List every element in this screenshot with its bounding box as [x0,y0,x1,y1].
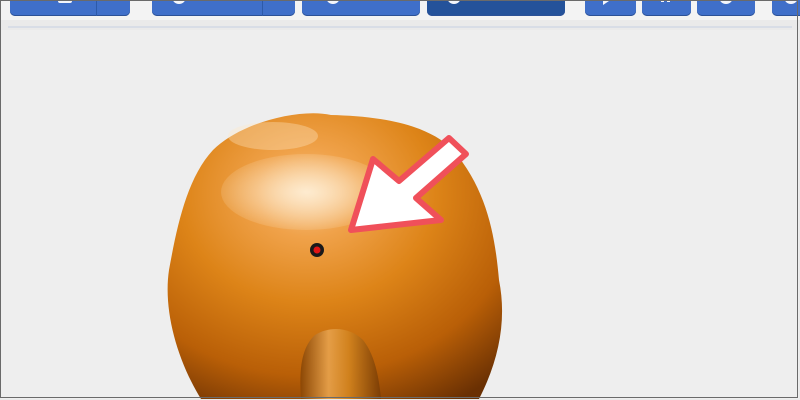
marker-dot-center [313,246,321,254]
toolbar-button-8[interactable] [772,0,800,16]
play-icon [603,0,612,5]
toolbar [0,0,800,20]
pause-icon [660,0,672,4]
toolbar-button-4[interactable] [427,0,565,16]
rotate-icon [447,0,461,4]
square-icon [58,0,72,3]
button-divider [96,0,97,16]
toolbar-button-5[interactable] [585,0,636,16]
toolbar-button-7[interactable] [697,0,755,16]
toolbar-button-3[interactable] [302,0,420,16]
toolbar-button-2[interactable] [152,0,295,16]
viewport[interactable] [1,30,799,399]
toolbar-divider [8,26,792,28]
scene [167,113,503,399]
toolbar-button-6[interactable] [642,0,691,16]
toolbar-button-1[interactable] [10,0,130,16]
reset-icon [719,0,733,4]
reset-icon [784,0,798,4]
object-highlight-top [228,122,318,150]
button-divider [262,0,263,16]
rotate-icon [326,0,340,4]
rotate-icon [172,0,186,4]
